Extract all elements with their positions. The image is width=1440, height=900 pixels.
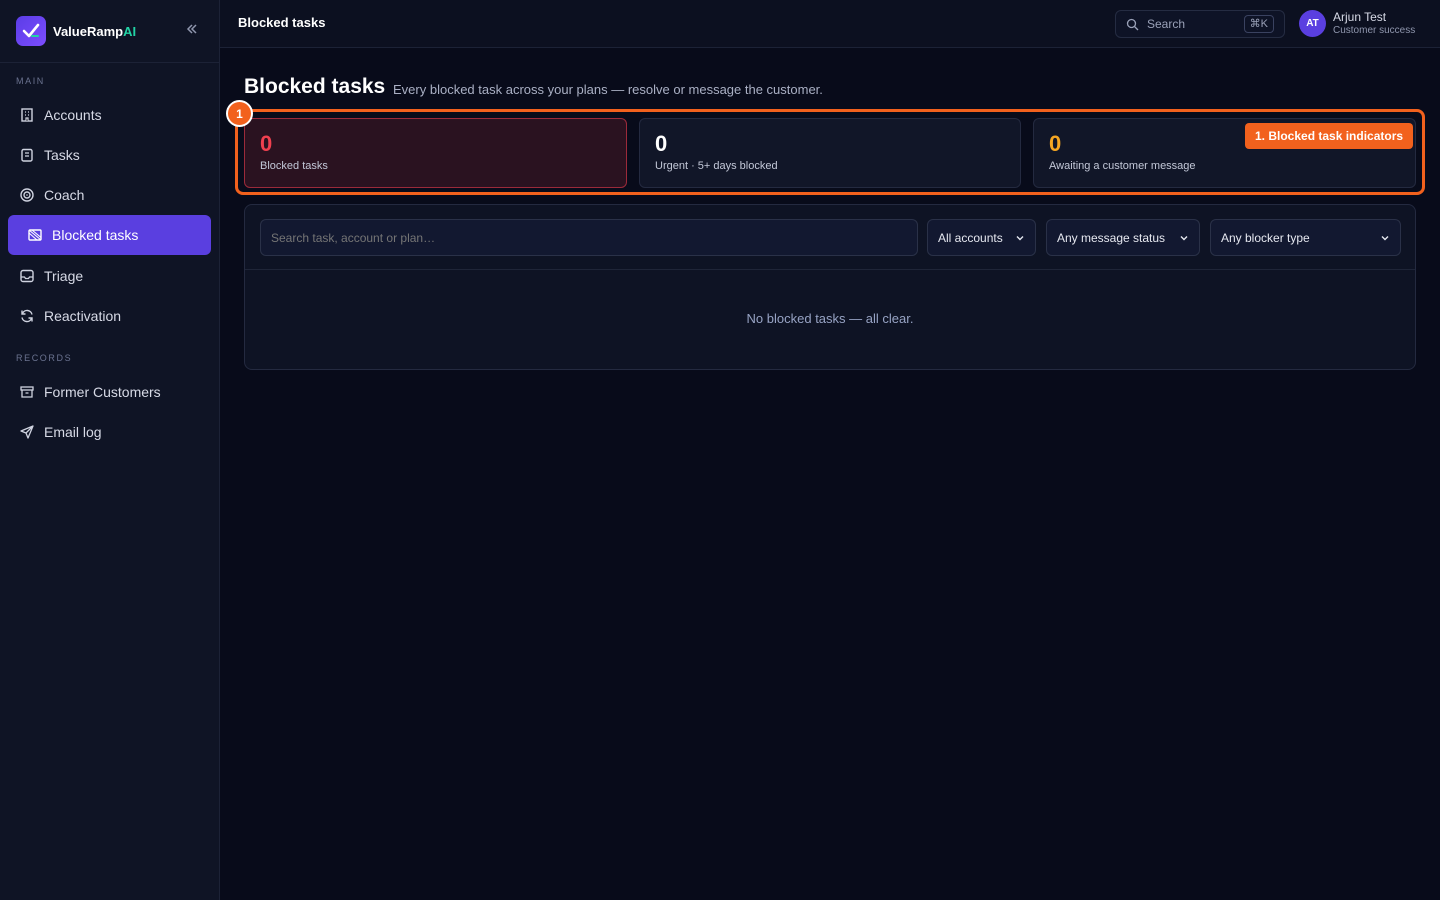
blocked-tasks-panel: All accounts Any message status Any bloc… bbox=[244, 204, 1416, 370]
task-search-input[interactable] bbox=[260, 219, 918, 256]
accounts-select[interactable]: All accounts bbox=[927, 219, 1036, 256]
section-label-main: MAIN bbox=[16, 76, 45, 86]
sidebar-item-reactivation[interactable]: Reactivation bbox=[8, 296, 211, 336]
select-value: Any blocker type bbox=[1221, 230, 1310, 245]
annotation-marker: 1 bbox=[226, 100, 253, 127]
chevron-down-icon bbox=[1009, 233, 1025, 243]
search-label: Search bbox=[1147, 17, 1186, 31]
user-role: Customer success bbox=[1333, 25, 1416, 36]
section-label-records: RECORDS bbox=[16, 353, 73, 363]
sidebar-item-label: Former Customers bbox=[44, 384, 161, 400]
sidebar-item-accounts[interactable]: Accounts bbox=[8, 95, 211, 135]
target-icon bbox=[18, 186, 36, 204]
sidebar-item-label: Triage bbox=[44, 268, 84, 284]
clipboard-icon bbox=[18, 146, 36, 164]
sidebar-item-label: Tasks bbox=[44, 147, 80, 163]
sidebar-item-blocked-tasks[interactable]: Blocked tasks bbox=[8, 215, 211, 255]
search-icon bbox=[1126, 18, 1139, 31]
sidebar-item-label: Accounts bbox=[44, 107, 102, 123]
empty-state-message: No blocked tasks — all clear. bbox=[746, 311, 914, 326]
sidebar-item-email-log[interactable]: Email log bbox=[8, 412, 211, 452]
page-subtitle: Every blocked task across your plans — r… bbox=[393, 82, 823, 97]
refresh-icon bbox=[18, 307, 36, 325]
page-title: Blocked tasks bbox=[244, 75, 386, 98]
blocker-type-select[interactable]: Any blocker type bbox=[1210, 219, 1401, 256]
brand-header: ValueRampAI bbox=[0, 0, 219, 63]
chevron-down-icon bbox=[1173, 233, 1189, 243]
sidebar-item-label: Email log bbox=[44, 424, 102, 440]
sidebar-item-former-customers[interactable]: Former Customers bbox=[8, 372, 211, 412]
select-value: All accounts bbox=[938, 230, 1003, 245]
user-name[interactable]: Arjun Test bbox=[1333, 10, 1386, 24]
chevron-down-icon bbox=[1374, 233, 1390, 243]
archive-icon bbox=[18, 383, 36, 401]
blocked-icon bbox=[26, 226, 44, 244]
sidebar-item-label: Blocked tasks bbox=[52, 227, 139, 243]
message-status-select[interactable]: Any message status bbox=[1046, 219, 1200, 256]
sidebar-item-triage[interactable]: Triage bbox=[8, 256, 211, 296]
filter-bar: All accounts Any message status Any bloc… bbox=[245, 205, 1415, 270]
sidebar: ValueRampAI MAIN Accounts Tasks Coach Bl… bbox=[0, 0, 220, 900]
send-icon bbox=[18, 423, 36, 441]
global-search[interactable]: Search ⌘K bbox=[1115, 10, 1285, 38]
sidebar-item-tasks[interactable]: Tasks bbox=[8, 135, 211, 175]
sidebar-item-coach[interactable]: Coach bbox=[8, 175, 211, 215]
sidebar-item-label: Reactivation bbox=[44, 308, 122, 324]
annotation-label: 1. Blocked task indicators bbox=[1245, 123, 1414, 149]
shortcut-badge: ⌘K bbox=[1243, 15, 1274, 33]
select-value: Any message status bbox=[1057, 230, 1166, 245]
inbox-icon bbox=[18, 267, 36, 285]
brand-name: ValueRampAI bbox=[53, 23, 137, 39]
logo-icon bbox=[16, 16, 46, 46]
topbar: Blocked tasks Search ⌘K AT Arjun Test Cu… bbox=[220, 0, 1440, 48]
building-icon bbox=[18, 106, 36, 124]
sidebar-item-label: Coach bbox=[44, 187, 85, 203]
collapse-sidebar-icon[interactable] bbox=[185, 22, 199, 41]
topbar-title: Blocked tasks bbox=[238, 15, 326, 30]
annotation-highlight bbox=[235, 109, 1425, 195]
avatar[interactable]: AT bbox=[1299, 10, 1326, 37]
